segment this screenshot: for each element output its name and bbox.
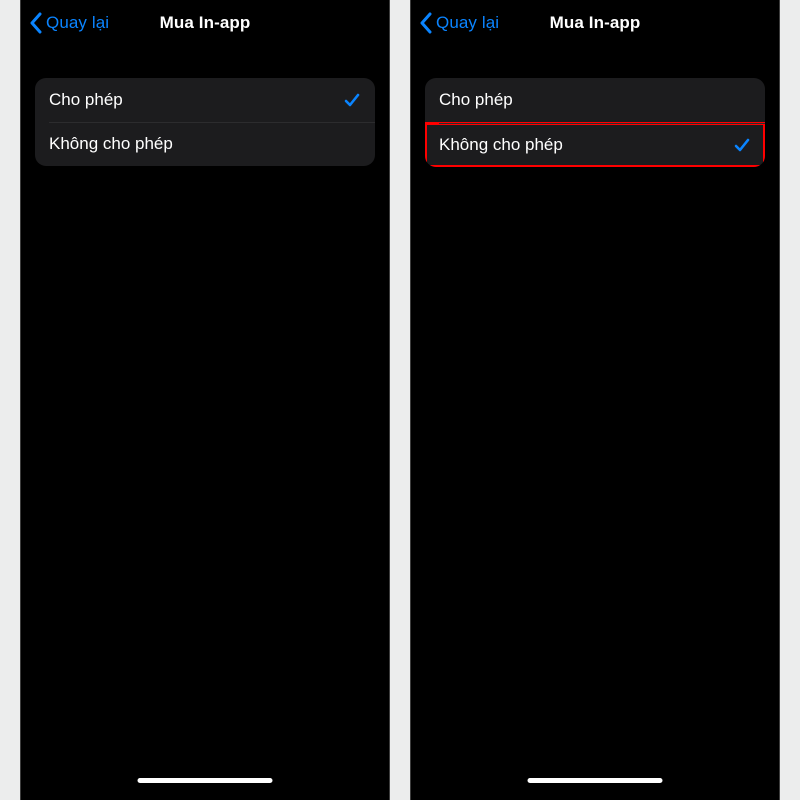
nav-header: Quay lại Mua In-app xyxy=(411,0,779,46)
option-allow[interactable]: Cho phép xyxy=(35,78,375,122)
option-label: Cho phép xyxy=(439,90,751,110)
chevron-left-icon xyxy=(29,12,42,34)
page-title: Mua In-app xyxy=(550,13,641,33)
back-button[interactable]: Quay lại xyxy=(419,0,499,46)
option-deny[interactable]: Không cho phép xyxy=(425,123,765,167)
home-indicator xyxy=(138,778,273,783)
stage: Quay lại Mua In-app Cho phép Không cho p… xyxy=(0,0,800,800)
home-indicator xyxy=(528,778,663,783)
nav-header: Quay lại Mua In-app xyxy=(21,0,389,46)
checkmark-icon xyxy=(733,136,751,154)
page-title: Mua In-app xyxy=(160,13,251,33)
option-label: Không cho phép xyxy=(439,135,733,155)
options-group: Cho phép Không cho phép xyxy=(425,78,765,167)
option-deny[interactable]: Không cho phép xyxy=(35,122,375,166)
back-label: Quay lại xyxy=(436,13,499,33)
option-label: Không cho phép xyxy=(49,134,361,154)
back-label: Quay lại xyxy=(46,13,109,33)
phone-right: Quay lại Mua In-app Cho phép Không cho p… xyxy=(410,0,780,800)
phone-left: Quay lại Mua In-app Cho phép Không cho p… xyxy=(20,0,390,800)
back-button[interactable]: Quay lại xyxy=(29,0,109,46)
checkmark-icon xyxy=(343,91,361,109)
option-label: Cho phép xyxy=(49,90,343,110)
option-allow[interactable]: Cho phép xyxy=(425,78,765,122)
options-group: Cho phép Không cho phép xyxy=(35,78,375,166)
chevron-left-icon xyxy=(419,12,432,34)
